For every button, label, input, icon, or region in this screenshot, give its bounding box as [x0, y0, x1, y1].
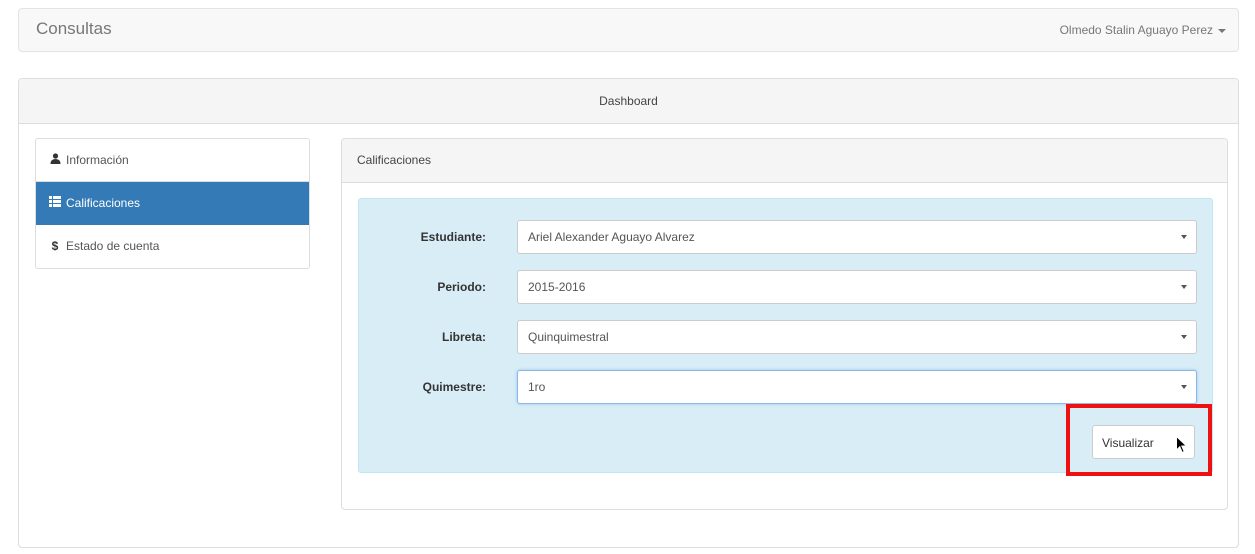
chevron-down-icon	[1181, 335, 1187, 339]
user-menu-dropdown[interactable]: Olmedo Stalin Aguayo Perez	[1060, 23, 1226, 37]
annotation-highlight-box	[1066, 404, 1212, 476]
dashboard-title: Dashboard	[19, 79, 1238, 124]
term-select-value: 1ro	[528, 380, 546, 394]
chevron-down-icon	[1181, 285, 1187, 289]
student-row: Estudiante: Ariel Alexander Aguayo Alvar…	[359, 220, 1212, 254]
sidebar-item-label: Calificaciones	[66, 196, 141, 210]
report-card-select[interactable]: Quinquimestral	[517, 320, 1197, 354]
user-name: Olmedo Stalin Aguayo Perez	[1059, 23, 1213, 37]
sidebar-item-calificaciones[interactable]: Calificaciones	[36, 182, 309, 225]
grades-panel-title: Calificaciones	[342, 139, 1227, 183]
list-icon	[48, 182, 62, 225]
report-card-row: Libreta: Quinquimestral	[359, 320, 1212, 354]
sidebar-menu: Información Calificaciones $ Estado de cu…	[35, 138, 310, 269]
student-label: Estudiante:	[420, 230, 486, 244]
term-label: Quimestre:	[422, 380, 486, 394]
period-label: Periodo:	[437, 280, 486, 294]
report-card-label: Libreta:	[441, 330, 486, 344]
period-select[interactable]: 2015-2016	[517, 270, 1197, 304]
sidebar-item-informacion[interactable]: Información	[36, 139, 309, 182]
term-select[interactable]: 1ro	[517, 370, 1197, 404]
chevron-down-icon	[1181, 385, 1187, 389]
navbar-brand[interactable]: Consultas	[36, 19, 112, 39]
period-select-value: 2015-2016	[528, 280, 586, 294]
student-select[interactable]: Ariel Alexander Aguayo Alvarez	[517, 220, 1197, 254]
user-icon	[48, 139, 62, 182]
term-row: Quimestre: 1ro	[359, 370, 1212, 404]
report-card-select-value: Quinquimestral	[528, 330, 609, 344]
dashboard-panel: Dashboard Información Calificaciones $ Es…	[18, 78, 1239, 548]
dollar-icon: $	[51, 239, 59, 253]
caret-down-icon	[1218, 28, 1226, 33]
sidebar-item-label: Información	[66, 153, 129, 167]
sidebar-item-label: Estado de cuenta	[66, 239, 160, 253]
sidebar-item-estado-de-cuenta[interactable]: $ Estado de cuenta	[36, 225, 309, 268]
period-row: Periodo: 2015-2016	[359, 270, 1212, 304]
chevron-down-icon	[1181, 235, 1187, 239]
student-select-value: Ariel Alexander Aguayo Alvarez	[528, 230, 695, 244]
top-navbar: Consultas Olmedo Stalin Aguayo Perez	[18, 8, 1239, 52]
mouse-pointer-icon	[1176, 435, 1188, 457]
